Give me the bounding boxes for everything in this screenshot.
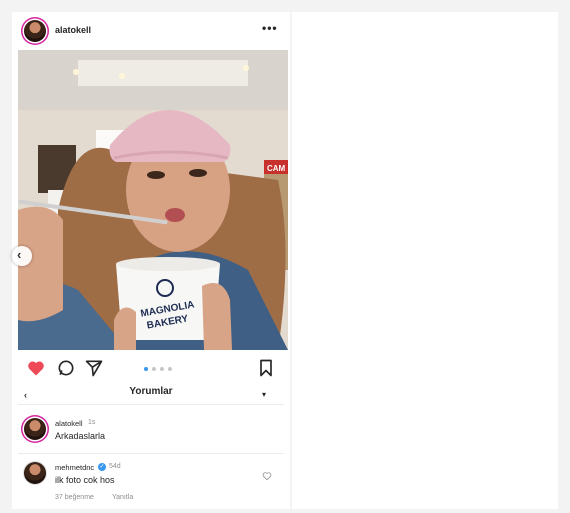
page: alatokell ••• CAM MAGNOLIA BAKERY ‹ ‹ Yo… [0,0,570,513]
bookmark-icon[interactable] [256,358,276,378]
reply-button[interactable]: Yanıtla [112,494,133,501]
comment-time: 54d [109,463,121,470]
share-icon[interactable] [84,358,104,378]
comment-username[interactable]: mehmetdnc [55,463,94,472]
selfie-photo: CAM MAGNOLIA BAKERY [18,50,288,350]
verified-icon: ✓ [98,463,106,471]
divider [18,404,284,405]
comment-text: Arkadaslarla [55,431,106,441]
carousel-dot [152,367,156,371]
avatar[interactable] [24,418,46,440]
store-sign: CAM [267,164,286,173]
comment-like-icon[interactable] [262,471,272,481]
chevron-left-icon: ‹ [17,247,22,262]
avatar[interactable] [24,20,46,42]
post-username[interactable]: alatokell [55,25,91,35]
post-card: alatokell ••• CAM MAGNOLIA BAKERY ‹ ‹ Yo… [12,12,290,509]
right-panel [292,12,558,509]
comment-icon[interactable] [56,358,76,378]
divider [18,453,284,454]
post-photo: CAM MAGNOLIA BAKERY [18,50,288,350]
carousel-dot [160,367,164,371]
more-horizontal-icon[interactable]: ••• [262,21,278,35]
carousel-dot [168,367,172,371]
comment-username[interactable]: alatokell [55,419,83,428]
comment-text: ilk foto cok hos [55,475,115,485]
carousel-dots [140,367,180,373]
comment-likes[interactable]: 37 beğenme [55,494,94,501]
chevron-down-icon[interactable]: ▾ [262,390,266,399]
comment-time: 1s [88,419,96,426]
avatar[interactable] [24,462,46,484]
carousel-dot [144,367,148,371]
comments-title: Yorumlar [129,386,173,397]
carousel-prev-button[interactable]: ‹ [12,246,32,266]
heart-icon[interactable] [26,358,46,378]
post-header: alatokell ••• [12,12,290,50]
